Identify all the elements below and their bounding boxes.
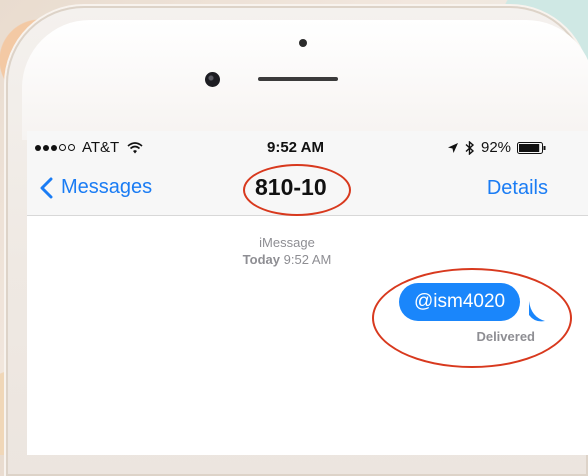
chevron-left-icon — [40, 177, 53, 198]
carrier-name: AT&T — [82, 139, 120, 156]
back-button[interactable]: Messages — [39, 176, 152, 199]
service-label: iMessage — [259, 235, 315, 250]
bubble-tail — [529, 301, 545, 322]
signal-dot — [43, 144, 49, 151]
signal-dot-empty — [68, 144, 75, 151]
status-bar: AT&T 9:52 AM 92% — [27, 131, 588, 163]
delivery-status: Delivered — [476, 329, 535, 344]
signal-dot-empty — [59, 144, 66, 151]
sent-message-bubble[interactable]: @ism4020 — [399, 283, 521, 321]
details-button[interactable]: Details — [487, 177, 548, 200]
front-camera — [205, 72, 220, 87]
location-arrow-icon — [448, 142, 458, 153]
navigation-bar: Messages 810-10 Details — [27, 163, 588, 216]
signal-dot — [35, 144, 41, 151]
status-left: AT&T — [35, 139, 143, 156]
battery-percent: 92% — [481, 139, 512, 156]
wifi-icon — [127, 141, 143, 153]
timestamp-day: Today — [242, 252, 280, 267]
timestamp-time: 9:52 AM — [283, 252, 332, 267]
message-timestamp: Today 9:52 AM — [27, 252, 547, 267]
bluetooth-icon — [465, 140, 475, 155]
back-button-label: Messages — [61, 176, 153, 198]
proximity-sensor — [299, 39, 307, 47]
battery-icon — [517, 141, 546, 154]
signal-strength-icon — [35, 144, 75, 151]
earpiece-speaker — [258, 77, 338, 81]
status-right: 92% — [447, 139, 547, 156]
phone-screen: AT&T 9:52 AM 92% Messages 810-10 Details… — [27, 131, 588, 455]
status-time: 9:52 AM — [267, 139, 324, 156]
signal-dot — [51, 144, 57, 151]
conversation-title: 810-10 — [255, 174, 327, 200]
